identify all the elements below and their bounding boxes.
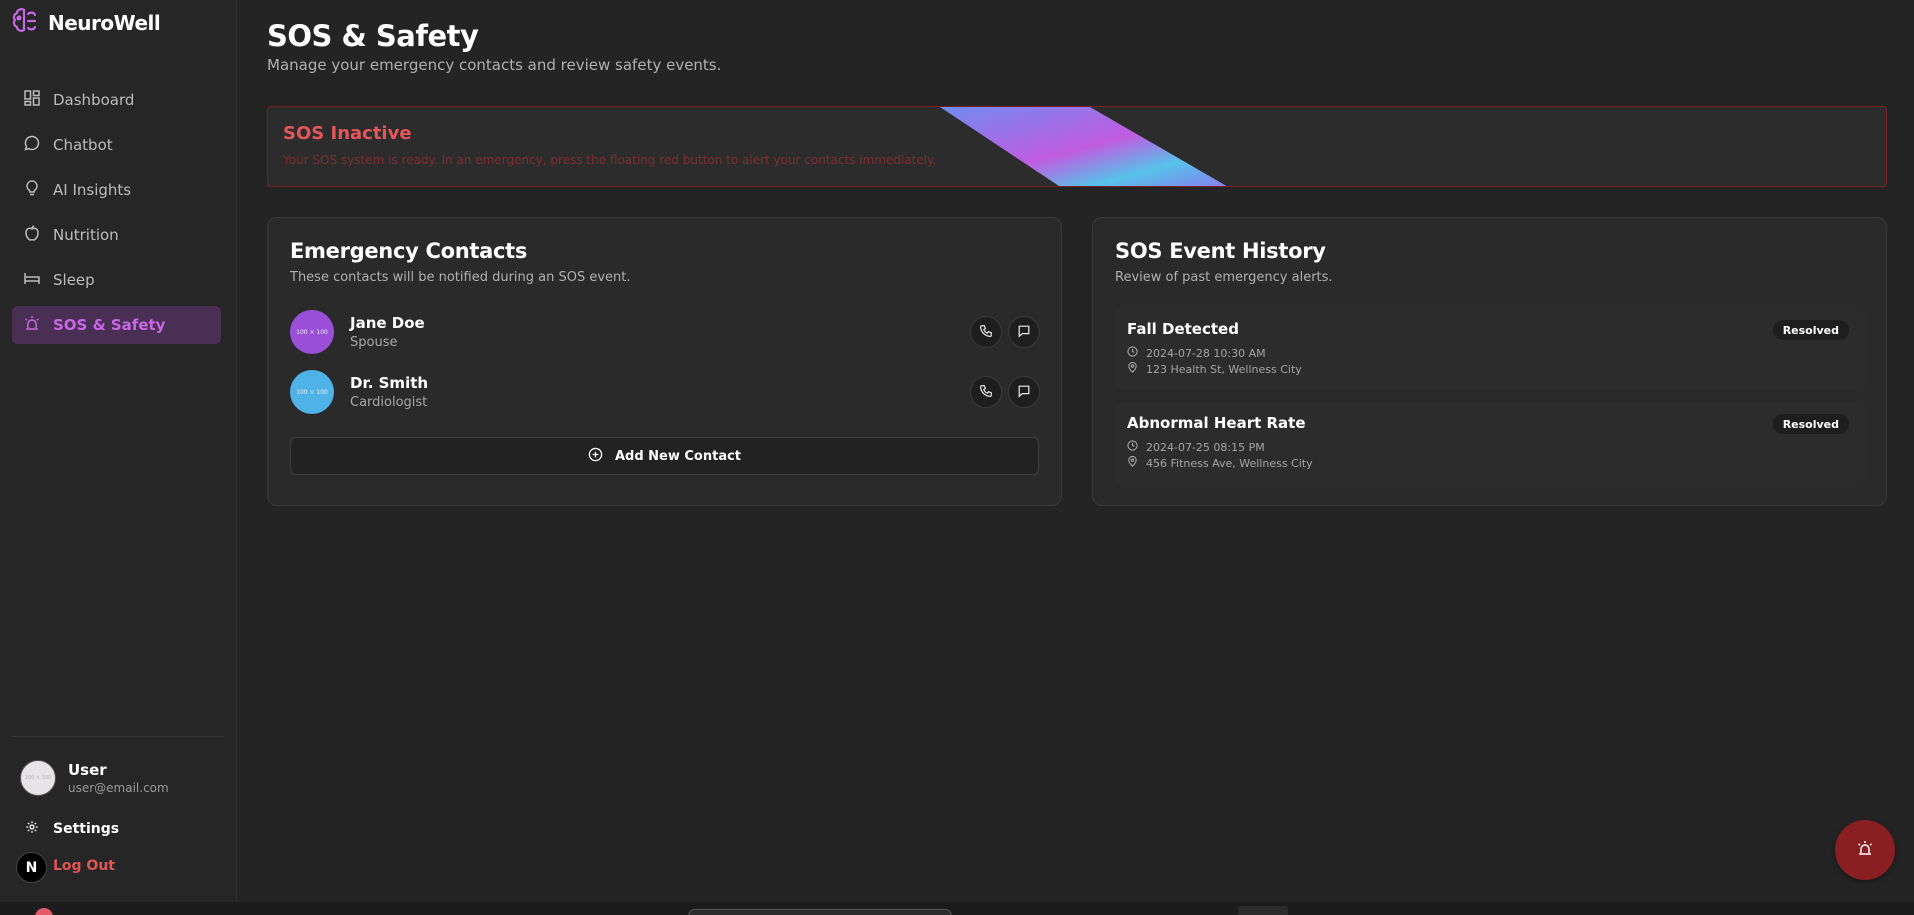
message-icon bbox=[1017, 383, 1031, 402]
contact-row: 100 × 100 Dr. Smith Cardiologist bbox=[290, 370, 1040, 414]
event-item[interactable]: Fall Detected 2024-07-28 10:30 AM 123 He… bbox=[1115, 308, 1865, 390]
event-location-text: 456 Fitness Ave, Wellness City bbox=[1146, 456, 1313, 470]
sidebar-item-label: Dashboard bbox=[53, 91, 135, 109]
page-subtitle: Manage your emergency contacts and revie… bbox=[267, 56, 722, 74]
plus-circle-icon bbox=[588, 447, 603, 466]
logout-label: Log Out bbox=[53, 858, 115, 874]
sidebar-item-label: Nutrition bbox=[53, 226, 119, 244]
contact-role: Cardiologist bbox=[350, 395, 428, 410]
siren-icon bbox=[1856, 839, 1874, 861]
avatar: 100 × 100 bbox=[20, 760, 56, 796]
event-title: Fall Detected bbox=[1127, 320, 1239, 338]
user-name: User bbox=[68, 761, 107, 779]
sos-history-card: SOS Event History Review of past emergen… bbox=[1092, 217, 1887, 506]
sidebar-item-ai-insights[interactable]: AI Insights bbox=[12, 171, 221, 209]
event-title: Abnormal Heart Rate bbox=[1127, 414, 1306, 432]
sidebar-nav: Dashboard Chatbot AI Insights Nutrition … bbox=[12, 81, 221, 351]
event-datetime-text: 2024-07-25 08:15 PM bbox=[1146, 440, 1265, 454]
contact-role: Spouse bbox=[350, 335, 398, 350]
contact-row: 100 × 100 Jane Doe Spouse bbox=[290, 310, 1040, 354]
event-location: 123 Health St, Wellness City bbox=[1127, 361, 1302, 376]
clock-icon bbox=[1127, 346, 1138, 360]
sidebar-divider bbox=[12, 736, 224, 737]
avatar: 100 × 100 bbox=[290, 310, 334, 354]
logout-button[interactable]: Log Out bbox=[53, 858, 115, 874]
toolbar-control[interactable] bbox=[1238, 906, 1288, 915]
call-button[interactable] bbox=[970, 316, 1002, 348]
apple-icon bbox=[23, 224, 41, 246]
brand[interactable]: NeuroWell bbox=[12, 6, 161, 40]
message-button[interactable] bbox=[1008, 316, 1040, 348]
add-contact-label: Add New Contact bbox=[614, 448, 742, 464]
map-pin-icon bbox=[1127, 455, 1138, 470]
siren-icon bbox=[23, 314, 41, 336]
event-datetime: 2024-07-25 08:15 PM bbox=[1127, 440, 1265, 454]
brain-logo-icon bbox=[12, 6, 40, 40]
clock-icon bbox=[1127, 440, 1138, 454]
contact-name: Dr. Smith bbox=[350, 374, 429, 392]
sidebar-item-label: Chatbot bbox=[53, 136, 113, 154]
bed-icon bbox=[23, 269, 41, 291]
sidebar-item-chatbot[interactable]: Chatbot bbox=[12, 126, 221, 164]
event-location-text: 123 Health St, Wellness City bbox=[1146, 362, 1302, 376]
message-button[interactable] bbox=[1008, 376, 1040, 408]
sidebar-item-label: SOS & Safety bbox=[53, 316, 166, 334]
bottom-toolbar bbox=[0, 902, 1914, 915]
sidebar-item-sos-safety[interactable]: SOS & Safety bbox=[12, 306, 221, 344]
map-pin-icon bbox=[1127, 361, 1138, 376]
event-item[interactable]: Abnormal Heart Rate 2024-07-25 08:15 PM … bbox=[1115, 402, 1865, 484]
event-datetime-text: 2024-07-28 10:30 AM bbox=[1146, 346, 1266, 360]
call-button[interactable] bbox=[970, 376, 1002, 408]
avatar: 100 × 100 bbox=[290, 370, 334, 414]
sos-floating-button[interactable] bbox=[1835, 820, 1895, 880]
add-contact-button[interactable]: Add New Contact bbox=[290, 437, 1039, 475]
alert-title: SOS Inactive bbox=[283, 123, 412, 144]
user-profile[interactable]: 100 × 100 User user@email.com bbox=[20, 760, 169, 796]
sidebar-item-label: Sleep bbox=[53, 271, 95, 289]
event-datetime: 2024-07-28 10:30 AM bbox=[1127, 346, 1266, 360]
sos-status-alert: SOS Inactive Your SOS system is ready. I… bbox=[267, 106, 1887, 187]
sidebar: NeuroWell Dashboard Chatbot AI Insights … bbox=[0, 0, 237, 902]
n-badge[interactable]: N bbox=[16, 852, 47, 883]
chat-icon bbox=[23, 134, 41, 156]
settings-label: Settings bbox=[53, 821, 120, 837]
toolbar-pill[interactable] bbox=[688, 909, 952, 915]
lightbulb-icon bbox=[23, 179, 41, 201]
alert-decoration bbox=[940, 107, 1227, 186]
contact-name: Jane Doe bbox=[350, 314, 425, 332]
sidebar-item-nutrition[interactable]: Nutrition bbox=[12, 216, 221, 254]
message-icon bbox=[1017, 323, 1031, 342]
event-location: 456 Fitness Ave, Wellness City bbox=[1127, 455, 1313, 470]
page-title: SOS & Safety bbox=[267, 19, 479, 53]
dashboard-icon bbox=[23, 89, 41, 111]
emergency-contacts-card: Emergency Contacts These contacts will b… bbox=[267, 217, 1062, 506]
card-subtitle: These contacts will be notified during a… bbox=[290, 270, 631, 285]
sidebar-item-dashboard[interactable]: Dashboard bbox=[12, 81, 221, 119]
user-email: user@email.com bbox=[68, 781, 169, 795]
phone-icon bbox=[979, 323, 993, 342]
sidebar-item-label: AI Insights bbox=[53, 181, 132, 199]
card-title: Emergency Contacts bbox=[290, 239, 528, 263]
settings-button[interactable]: Settings bbox=[25, 820, 119, 838]
alert-text: Your SOS system is ready. In an emergenc… bbox=[283, 153, 937, 167]
gear-icon bbox=[25, 820, 39, 838]
card-title: SOS Event History bbox=[1115, 239, 1326, 263]
sidebar-item-sleep[interactable]: Sleep bbox=[12, 261, 221, 299]
card-subtitle: Review of past emergency alerts. bbox=[1115, 270, 1333, 285]
status-badge: Resolved bbox=[1772, 414, 1849, 434]
phone-icon bbox=[979, 383, 993, 402]
status-badge: Resolved bbox=[1772, 320, 1849, 340]
app-name: NeuroWell bbox=[48, 11, 161, 35]
